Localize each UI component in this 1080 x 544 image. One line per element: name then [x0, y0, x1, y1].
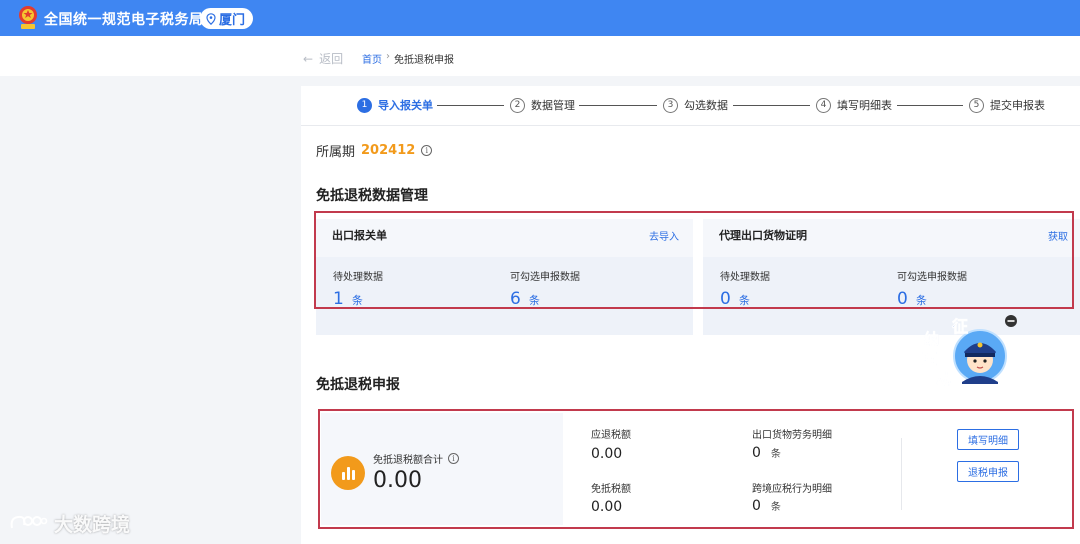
step-connector	[579, 105, 657, 106]
back-button[interactable]: ← 返回	[303, 50, 343, 67]
info-icon[interactable]: i	[421, 145, 433, 156]
card-agent-export-certificate: 代理出口货物证明 获取 待处理数据 0 条 可勾选申报数据 0 条	[703, 219, 1080, 335]
count-number: 0	[752, 445, 761, 461]
stat-unit: 条	[915, 294, 927, 307]
step-submit-report[interactable]: 5 提交申报表	[969, 97, 1045, 113]
step-fill-details[interactable]: 4 填写明细表	[816, 97, 892, 113]
stat-value[interactable]: 0 条	[720, 289, 770, 309]
step-number: 3	[663, 97, 678, 113]
step-number: 2	[510, 97, 525, 113]
divider	[301, 125, 1080, 126]
card-export-declaration: 出口报关单 去导入 待处理数据 1 条 可勾选申报数据 6 条	[316, 219, 693, 335]
step-label: 数据管理	[531, 99, 575, 112]
stat-value[interactable]: 0 条	[897, 289, 967, 309]
exempt-tax-label: 免抵税额	[591, 484, 631, 495]
stat-label: 可勾选申报数据	[510, 272, 580, 283]
count-number: 0	[752, 498, 761, 514]
top-header-bar: 全国统一规范电子税务局 厦门	[0, 0, 1080, 36]
section-title-refund-declaration: 免抵退税申报	[316, 377, 400, 393]
step-import-declaration[interactable]: 1 导入报关单	[357, 97, 433, 113]
card-title: 代理出口货物证明	[719, 229, 807, 242]
crossborder-detail-count[interactable]: 0 条	[752, 498, 781, 514]
city-selector[interactable]: 厦门	[200, 8, 254, 29]
section-title-data-management: 免抵退税数据管理	[316, 188, 428, 204]
count-unit: 条	[770, 502, 781, 513]
count-unit: 条	[770, 449, 781, 460]
card-header: 出口报关单 去导入	[316, 219, 693, 251]
city-label: 厦门	[219, 13, 246, 28]
export-detail-label: 出口货物劳务明细	[752, 430, 832, 441]
step-label: 提交申报表	[990, 99, 1045, 112]
step-number: 4	[816, 97, 831, 113]
stat-unit: 条	[528, 294, 540, 307]
tax-mascot-assistant[interactable]: 征 纳 互 动	[918, 312, 1018, 394]
stat-label: 可勾选申报数据	[897, 272, 967, 283]
total-refund-label: 免抵退税额合计 i	[373, 451, 459, 466]
tax-period: 所属期 202412 i	[316, 141, 433, 160]
pending-data-stat: 待处理数据 1 条	[333, 268, 383, 309]
crossborder-detail-label: 跨境应税行为明细	[752, 484, 832, 495]
breadcrumb-separator: ›	[386, 51, 390, 62]
mascot-char: 互	[922, 350, 937, 368]
step-label: 勾选数据	[684, 99, 728, 112]
step-number: 5	[969, 97, 984, 113]
fetch-link[interactable]: 获取	[1048, 228, 1068, 243]
stat-value[interactable]: 1 条	[333, 289, 383, 309]
mascot-char: 征	[952, 317, 968, 336]
stat-number: 0	[720, 289, 731, 309]
step-connector	[733, 105, 810, 106]
breadcrumb-current: 免抵退税申报	[394, 55, 454, 66]
back-label: 返回	[319, 52, 344, 66]
stat-number: 1	[333, 289, 344, 309]
step-label: 导入报关单	[378, 99, 433, 112]
stat-number: 0	[897, 289, 908, 309]
period-value: 202412	[361, 143, 416, 158]
exempt-tax-value: 0.00	[591, 499, 623, 515]
step-select-data[interactable]: 3 勾选数据	[663, 97, 728, 113]
stat-unit: 条	[738, 294, 750, 307]
step-progress: 1 导入报关单 2 数据管理 3 勾选数据 4 填写明细表 5 提交申报表	[357, 97, 1077, 117]
watermark-text: 大数跨境	[54, 514, 131, 536]
brand-logo-icon	[10, 515, 48, 528]
step-label: 填写明细表	[837, 99, 892, 112]
divider	[901, 438, 902, 510]
selectable-data-stat: 可勾选申报数据 0 条	[897, 268, 967, 309]
arrow-left-icon: ←	[303, 51, 314, 66]
should-refund-value: 0.00	[591, 446, 623, 462]
pending-data-stat: 待处理数据 0 条	[720, 268, 770, 309]
stat-unit: 条	[351, 294, 363, 307]
location-pin-icon	[206, 12, 216, 25]
watermark: 大数跨境	[8, 510, 130, 537]
stat-label: 待处理数据	[333, 272, 383, 283]
breadcrumb-home[interactable]: 首页	[362, 51, 382, 66]
breadcrumb: 首页 › 免抵退税申报	[362, 51, 454, 66]
total-label-text: 免抵退税额合计	[373, 455, 443, 466]
step-number: 1	[357, 97, 372, 113]
mascot-char: 动	[936, 370, 951, 388]
nav-band	[0, 36, 1080, 76]
step-connector	[437, 105, 504, 106]
selectable-data-stat: 可勾选申报数据 6 条	[510, 268, 580, 309]
stat-label: 待处理数据	[720, 272, 770, 283]
card-title: 出口报关单	[332, 229, 387, 242]
should-refund-label: 应退税额	[591, 430, 631, 441]
stat-number: 6	[510, 289, 521, 309]
import-link[interactable]: 去导入	[649, 228, 679, 243]
mascot-char: 纳	[924, 330, 939, 348]
fill-details-button[interactable]: 填写明细	[957, 429, 1019, 450]
card-header: 代理出口货物证明 获取	[703, 219, 1080, 251]
app-title: 全国统一规范电子税务局	[44, 12, 204, 28]
tax-bureau-emblem-icon	[19, 6, 37, 29]
refund-declare-button[interactable]: 退税申报	[957, 461, 1019, 482]
export-detail-count[interactable]: 0 条	[752, 445, 781, 461]
total-refund-value: 0.00	[373, 468, 422, 493]
bar-chart-icon	[331, 456, 365, 490]
period-label: 所属期	[316, 145, 356, 160]
step-data-management[interactable]: 2 数据管理	[510, 97, 575, 113]
info-icon[interactable]: i	[448, 453, 459, 464]
step-connector	[897, 105, 963, 106]
stat-value[interactable]: 6 条	[510, 289, 580, 309]
